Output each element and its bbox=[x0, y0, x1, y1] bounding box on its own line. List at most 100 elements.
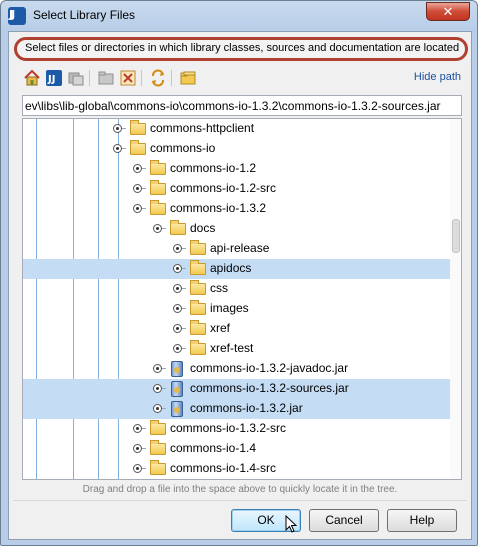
toolbar-separator bbox=[171, 70, 172, 86]
folder-icon bbox=[150, 200, 166, 215]
path-input-value: ev\libs\lib-global\commons-io\commons-io… bbox=[25, 99, 441, 113]
expand-toggle-icon[interactable] bbox=[173, 344, 182, 353]
expand-toggle-icon[interactable] bbox=[173, 304, 182, 313]
expand-toggle-icon[interactable] bbox=[133, 464, 142, 473]
file-tree[interactable]: commons-httpclient commons-io commons-io-1… bbox=[22, 118, 462, 480]
tree-node-label: xref bbox=[210, 321, 231, 335]
tree-node[interactable]: commons-io-1.3.2.jar bbox=[23, 399, 450, 419]
expand-toggle-icon[interactable] bbox=[173, 284, 182, 293]
tree-node[interactable]: commons-io-1.3.2-sources.jar bbox=[23, 379, 450, 399]
tree-node[interactable]: xref bbox=[23, 319, 450, 339]
tree-node[interactable]: css bbox=[23, 279, 450, 299]
expand-toggle-icon[interactable] bbox=[133, 164, 142, 173]
tree-node[interactable]: commons-io-1.3.2-src bbox=[23, 419, 450, 439]
tree-scrollbar[interactable] bbox=[450, 119, 461, 479]
tree-node[interactable]: apidocs bbox=[23, 259, 450, 279]
help-button[interactable]: Help bbox=[387, 509, 457, 532]
project-icon[interactable]: JJ bbox=[45, 69, 63, 87]
expand-toggle-icon[interactable] bbox=[133, 424, 142, 433]
mouse-cursor-icon bbox=[285, 515, 297, 533]
tree-node[interactable]: commons-io-1.2 bbox=[23, 159, 450, 179]
tree-node-label: commons-io-1.2-src bbox=[170, 181, 277, 195]
refresh-icon[interactable] bbox=[149, 69, 167, 87]
tree-node[interactable]: commons-io-1.4-src bbox=[23, 459, 450, 479]
tree-node-label: commons-io-1.2 bbox=[170, 161, 257, 175]
expand-toggle-icon[interactable] bbox=[153, 224, 162, 233]
folder-icon bbox=[150, 420, 166, 435]
instruction-banner: Select files or directories in which lib… bbox=[14, 37, 468, 61]
cancel-button[interactable]: Cancel bbox=[309, 509, 379, 532]
expand-toggle-icon[interactable] bbox=[133, 444, 142, 453]
tree-node[interactable]: docs bbox=[23, 219, 450, 239]
toolbar: JJ Hide path bbox=[23, 68, 463, 88]
tree-node-label: commons-io-1.4 bbox=[170, 441, 257, 455]
path-input[interactable]: ev\libs\lib-global\commons-io\commons-io… bbox=[22, 95, 462, 116]
home-icon[interactable] bbox=[23, 69, 41, 87]
tree-node[interactable]: commons-io-1.3.2-javadoc.jar bbox=[23, 359, 450, 379]
expand-toggle-icon[interactable] bbox=[153, 364, 162, 373]
title-bar[interactable]: Select Library Files ✕ bbox=[1, 1, 477, 31]
folder-icon bbox=[150, 460, 166, 475]
expand-toggle-icon[interactable] bbox=[113, 144, 122, 153]
expand-toggle-icon[interactable] bbox=[153, 404, 162, 413]
tree-node-label: commons-io-1.3.2 bbox=[170, 201, 267, 215]
tree-node[interactable]: xref-test bbox=[23, 339, 450, 359]
folder-icon bbox=[170, 220, 186, 235]
tree-node-label: commons-io-1.3.2.jar bbox=[190, 401, 303, 415]
tree-node-label: docs bbox=[190, 221, 216, 235]
expand-toggle-icon[interactable] bbox=[173, 324, 182, 333]
dialog-body: Select files or directories in which lib… bbox=[8, 31, 472, 540]
intellij-logo-icon bbox=[8, 7, 26, 25]
folder-icon bbox=[190, 260, 206, 275]
tree-node[interactable]: commons-io-1.3.2 bbox=[23, 199, 450, 219]
expand-toggle-icon[interactable] bbox=[153, 384, 162, 393]
scrollbar-thumb[interactable] bbox=[452, 219, 460, 253]
jar-icon bbox=[171, 361, 183, 377]
close-button[interactable]: ✕ bbox=[426, 2, 470, 21]
button-divider bbox=[13, 500, 467, 501]
folder-icon bbox=[190, 300, 206, 315]
drag-drop-hint: Drag and drop a file into the space abov… bbox=[82, 484, 398, 495]
tree-node-label: apidocs bbox=[210, 261, 252, 275]
folder-icon bbox=[150, 440, 166, 455]
instruction-text: Select files or directories in which lib… bbox=[25, 42, 460, 54]
tree-node-label: commons-io bbox=[150, 141, 216, 155]
folder-icon bbox=[130, 140, 146, 155]
toolbar-separator bbox=[141, 70, 142, 86]
hide-path-link[interactable]: Hide path bbox=[414, 71, 461, 83]
expand-toggle-icon[interactable] bbox=[133, 184, 142, 193]
folder-icon bbox=[190, 280, 206, 295]
tree-node[interactable]: commons-io-1.4 bbox=[23, 439, 450, 459]
tree-node[interactable]: api-release bbox=[23, 239, 450, 259]
tree-node[interactable]: commons-httpclient bbox=[23, 119, 450, 139]
module-icon[interactable] bbox=[67, 69, 85, 87]
dialog-window: Select Library Files ✕ Select files or d… bbox=[0, 0, 478, 546]
expand-toggle-icon[interactable] bbox=[133, 204, 142, 213]
tree-node-label: commons-io-1.3.2-src bbox=[170, 421, 287, 435]
folder-icon bbox=[190, 320, 206, 335]
tree-node[interactable]: commons-io-1.2-src bbox=[23, 179, 450, 199]
expand-toggle-icon[interactable] bbox=[173, 244, 182, 253]
window-title: Select Library Files bbox=[33, 8, 136, 22]
tree-node[interactable]: images bbox=[23, 299, 450, 319]
tree-node-label: images bbox=[210, 301, 249, 315]
expand-toggle-icon[interactable] bbox=[113, 124, 122, 133]
jar-icon bbox=[171, 381, 183, 397]
tree-node-label: xref-test bbox=[210, 341, 254, 355]
tree-node-label: css bbox=[210, 281, 228, 295]
tree-node[interactable]: commons-io bbox=[23, 139, 450, 159]
folder-icon bbox=[190, 340, 206, 355]
tree-node-label: commons-io-1.3.2-sources.jar bbox=[190, 381, 349, 395]
folder-icon bbox=[150, 160, 166, 175]
delete-icon[interactable] bbox=[119, 69, 137, 87]
expand-toggle-icon[interactable] bbox=[173, 264, 182, 273]
folder-icon bbox=[130, 120, 146, 135]
new-folder-icon[interactable] bbox=[97, 69, 115, 87]
tree-node-label: commons-httpclient bbox=[150, 121, 255, 135]
toolbar-separator bbox=[89, 70, 90, 86]
tree-node-label: api-release bbox=[210, 241, 270, 255]
jar-icon bbox=[171, 401, 183, 417]
folder-icon bbox=[190, 240, 206, 255]
svg-text:JJ: JJ bbox=[47, 74, 55, 85]
show-folders-icon[interactable] bbox=[179, 69, 197, 87]
